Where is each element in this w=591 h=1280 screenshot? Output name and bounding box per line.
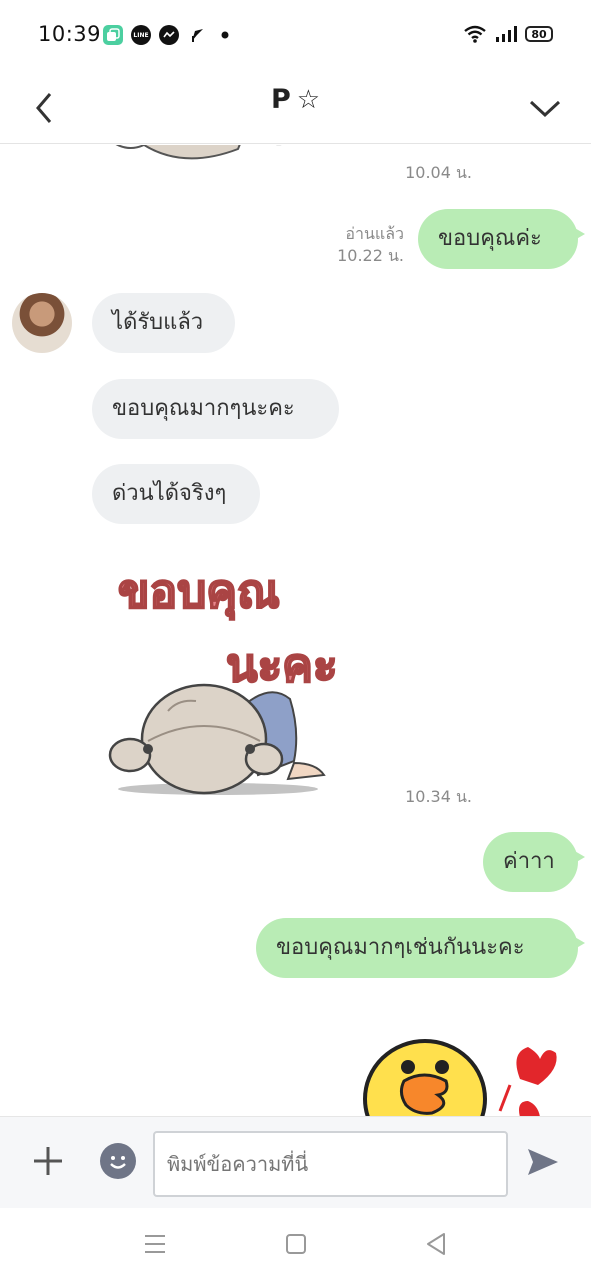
sticker-message[interactable]: ขอบคุณ นะคะ	[108, 545, 368, 805]
messenger-icon	[159, 25, 179, 45]
add-attachment-button[interactable]	[30, 1143, 66, 1179]
contact-avatar[interactable]	[12, 293, 72, 353]
chick-sticker[interactable]	[360, 1029, 560, 1116]
message-bubble-incoming[interactable]: ได้รับแล้ว	[92, 293, 235, 353]
status-indicators: 80	[463, 24, 553, 44]
send-icon	[528, 1149, 558, 1175]
favorite-star-icon[interactable]: ☆	[297, 85, 320, 115]
contact-name: P	[270, 84, 291, 115]
chat-title[interactable]: P ☆	[0, 84, 591, 115]
menu-lines-icon	[145, 1235, 165, 1253]
read-receipt: อ่านแล้ว 10.22 น.	[300, 223, 404, 267]
send-button[interactable]	[524, 1143, 562, 1181]
bowing-girl-illustration	[108, 683, 326, 795]
message-input[interactable]	[153, 1131, 508, 1197]
message-input-bar	[0, 1116, 591, 1208]
back-nav-button[interactable]	[422, 1230, 450, 1258]
message-bubble-outgoing[interactable]: ขอบคุณมากๆเช่นกันนะคะ	[256, 918, 585, 978]
sticker-text-line-1: ขอบคุณ	[117, 563, 281, 619]
expand-menu-button[interactable]	[527, 82, 563, 130]
message-bubble-incoming[interactable]: ด่วนได้จริงๆ	[92, 464, 260, 524]
chevron-down-icon	[529, 100, 561, 118]
location-arrow-icon	[187, 25, 207, 45]
recent-apps-button[interactable]	[141, 1230, 169, 1258]
smiley-icon	[110, 1156, 126, 1169]
battery-icon: 80	[525, 26, 553, 42]
dot-icon	[215, 25, 235, 45]
plus-icon	[34, 1147, 62, 1175]
wifi-icon	[464, 25, 486, 43]
sticker-partial	[115, 145, 281, 160]
message-time: 10.34 น.	[405, 787, 472, 806]
status-app-icons: LINE	[103, 25, 235, 45]
emoji-button[interactable]	[100, 1143, 136, 1179]
system-nav-bar	[0, 1208, 591, 1280]
message-bubble-outgoing[interactable]: ค่าาา	[483, 832, 585, 892]
home-button[interactable]	[282, 1230, 310, 1258]
status-bar: 10:39 LINE 80	[0, 0, 591, 70]
square-icon	[286, 1234, 306, 1254]
message-time: 10.22 น.	[337, 246, 404, 265]
triangle-back-icon	[427, 1233, 445, 1255]
chat-header: P ☆	[0, 70, 591, 144]
chat-area[interactable]: 10.04 น. อ่านแล้ว 10.22 น. ขอบคุณค่ะ ได้…	[0, 145, 591, 1116]
message-bubble-outgoing[interactable]: ขอบคุณค่ะ	[418, 209, 585, 269]
line-icon: LINE	[131, 25, 151, 45]
copy-app-icon	[103, 25, 123, 45]
message-time: 10.04 น.	[405, 163, 472, 182]
read-label: อ่านแล้ว	[345, 224, 404, 243]
signal-icon	[496, 26, 517, 42]
status-time: 10:39	[38, 22, 102, 46]
message-bubble-incoming[interactable]: ขอบคุณมากๆนะคะ	[92, 379, 339, 439]
